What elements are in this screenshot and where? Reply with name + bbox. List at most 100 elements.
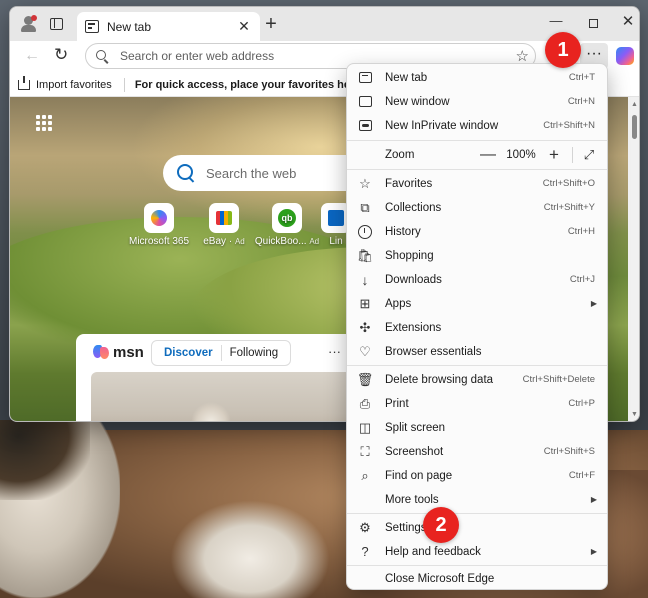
close-window-button[interactable]: ✕	[618, 12, 638, 30]
profile-icon[interactable]	[20, 15, 38, 33]
menu-item-history[interactable]: History Ctrl+H	[351, 220, 605, 243]
menu-item-shopping[interactable]: 🛍︎ Shopping	[351, 244, 605, 267]
extensions-puzzle-icon: ✣	[359, 319, 371, 335]
zoom-level: 100%	[506, 148, 536, 161]
menu-item-close-microsoft-edge[interactable]: Close Microsoft Edge	[351, 567, 605, 590]
inprivate-icon	[357, 118, 373, 134]
menu-item-apps[interactable]: ⊞ Apps ▶	[351, 292, 605, 315]
favorites-star-icon: ☆	[359, 175, 371, 191]
submenu-arrow-icon: ▶	[590, 495, 597, 504]
new-window-icon	[357, 94, 373, 110]
menu-item-print[interactable]: ⎙ Print Ctrl+P	[351, 392, 605, 415]
scroll-up-arrow-icon[interactable]: ▲	[631, 101, 638, 108]
zoom-controls: — 100% + ⤢	[478, 145, 597, 165]
page-scrollbar[interactable]: ▲ ▼	[628, 97, 639, 421]
zoom-spacer	[357, 147, 373, 163]
menu-item-find-on-page[interactable]: ⌕ Find on page Ctrl+F	[351, 464, 605, 487]
apps-icon: ⊞	[359, 295, 371, 311]
wallpaper-feather-2	[170, 500, 330, 598]
menu-divider	[347, 565, 607, 566]
menu-item-split-screen[interactable]: ◫ Split screen	[351, 416, 605, 439]
menu-item-shortcut: Ctrl+N	[567, 96, 595, 107]
menu-item-collections[interactable]: ⧉ Collections Ctrl+Shift+Y	[351, 196, 605, 219]
menu-item-more-tools[interactable]: More tools ▶	[351, 488, 605, 511]
tab-close-icon[interactable]: ✕	[236, 18, 252, 35]
menu-item-label: Browser essentials	[385, 345, 482, 358]
menu-item-browser-essentials[interactable]: ♡ Browser essentials	[351, 340, 605, 363]
menu-item-shortcut: Ctrl+Shift+O	[542, 178, 595, 189]
menu-item-label: Close Microsoft Edge	[385, 572, 495, 585]
refresh-icon[interactable]: ↻	[54, 45, 68, 65]
msn-feed: msn Discover Following ···	[76, 334, 376, 421]
menu-item-help-and-feedback[interactable]: ? Help and feedback ▶	[351, 540, 605, 563]
workspaces-icon[interactable]	[47, 15, 65, 33]
address-input[interactable]	[120, 49, 500, 63]
menu-item-label: New tab	[385, 71, 428, 84]
menu-item-shortcut: Ctrl+J	[569, 274, 595, 285]
menu-divider	[347, 169, 607, 170]
menu-divider	[347, 140, 607, 141]
zoom-in-button[interactable]: +	[544, 145, 564, 165]
submenu-arrow-icon: ▶	[590, 299, 597, 308]
back-arrow-icon[interactable]: ←	[24, 47, 40, 65]
step-badge-2: 2	[423, 507, 459, 543]
feed-more-button[interactable]: ···	[328, 344, 341, 359]
menu-item-shortcut: Ctrl+Shift+S	[543, 446, 595, 457]
web-search-box[interactable]: Search the web	[163, 155, 363, 191]
menu-item-shortcut: Ctrl+Shift+Y	[543, 202, 595, 213]
ad-tag: Ad	[234, 237, 245, 246]
new-tab-button[interactable]: +	[262, 14, 280, 34]
fullscreen-icon[interactable]: ⤢	[581, 147, 597, 163]
title-bar: New tab ✕ + — ✕	[10, 7, 639, 41]
search-icon	[177, 164, 195, 182]
import-favorites-link[interactable]: Import favorites	[36, 79, 112, 91]
menu-item-shortcut: Ctrl+Shift+N	[543, 120, 595, 131]
maximize-button[interactable]	[583, 15, 603, 33]
new-tab-page-icon	[85, 20, 99, 33]
menu-item-label: New InPrivate window	[385, 119, 499, 132]
msn-brand: msn	[113, 344, 144, 361]
help-question-icon: ?	[361, 544, 369, 559]
shopping-bag-icon: 🛍︎	[356, 247, 374, 263]
tab-following[interactable]: Following	[222, 347, 287, 359]
menu-item-label: Favorites	[385, 177, 433, 190]
menu-item-new-tab[interactable]: New tab Ctrl+T	[351, 66, 605, 89]
tab-discover[interactable]: Discover	[156, 347, 221, 359]
quick-link-microsoft-365[interactable]: Microsoft 365	[124, 203, 194, 247]
feed-card-image	[191, 402, 231, 421]
quick-link-ebay[interactable]: eBay · Ad	[189, 203, 259, 247]
menu-item-shortcut: Ctrl+F	[568, 470, 595, 481]
history-icon	[357, 224, 373, 240]
minimize-button[interactable]: —	[546, 13, 566, 31]
menu-item-downloads[interactable]: Downloads Ctrl+J	[351, 268, 605, 291]
menu-item-extensions[interactable]: ✣ Extensions	[351, 316, 605, 339]
menu-item-delete-browsing-data[interactable]: 🗑︎ Delete browsing data Ctrl+Shift+Delet…	[351, 368, 605, 391]
divider	[123, 77, 125, 92]
feed-tabs: Discover Following	[151, 340, 292, 366]
trash-icon: 🗑︎	[356, 371, 374, 387]
copilot-icon[interactable]	[616, 47, 634, 65]
scrollbar-thumb[interactable]	[632, 115, 637, 139]
menu-item-screenshot[interactable]: ⛶ Screenshot Ctrl+Shift+S	[351, 440, 605, 463]
menu-item-label: More tools	[385, 493, 439, 506]
quick-link-label: eBay	[203, 236, 227, 247]
menu-item-favorites[interactable]: ☆ Favorites Ctrl+Shift+O	[351, 172, 605, 195]
tab-new-tab[interactable]: New tab ✕	[77, 12, 260, 41]
browser-essentials-heart-icon: ♡	[359, 343, 371, 359]
quick-link-quickbooks[interactable]: qb QuickBoo... Ad	[252, 203, 322, 247]
menu-item-label: Extensions	[385, 321, 442, 334]
app-launcher-grid-icon[interactable]	[36, 115, 52, 131]
scroll-down-arrow-icon[interactable]: ▼	[631, 411, 638, 418]
submenu-arrow-icon: ▶	[590, 547, 597, 556]
menu-item-settings[interactable]: ⚙ Settings	[351, 516, 605, 539]
quick-link-label: Lin	[329, 236, 343, 247]
feed-card[interactable]	[91, 372, 376, 421]
menu-item-new-window[interactable]: New window Ctrl+N	[351, 90, 605, 113]
zoom-out-button[interactable]: —	[478, 146, 498, 164]
msn-logo[interactable]: msn	[93, 344, 144, 361]
menu-item-new-inprivate-window[interactable]: New InPrivate window Ctrl+Shift+N	[351, 114, 605, 137]
msn-butterfly-icon	[93, 345, 110, 360]
menu-item-label: Apps	[385, 297, 412, 310]
menu-item-shortcut: Ctrl+T	[568, 72, 595, 83]
menu-item-shortcut: Ctrl+P	[568, 398, 595, 409]
